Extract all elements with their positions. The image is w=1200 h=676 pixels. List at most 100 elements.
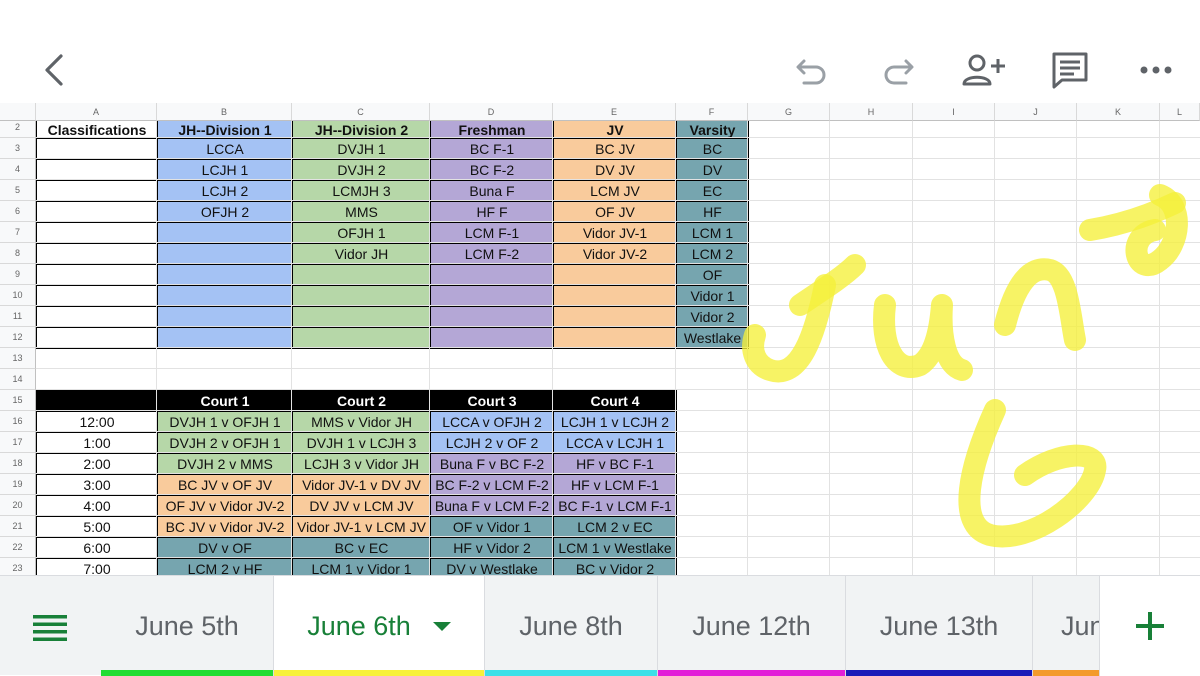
court-header-cell[interactable]: Court 4 xyxy=(553,390,677,412)
classification-cell[interactable] xyxy=(36,180,158,202)
row-header[interactable]: 6 xyxy=(0,201,36,222)
sheet-tab[interactable]: June 8th xyxy=(485,576,658,676)
division-team-cell[interactable]: HF xyxy=(676,201,749,223)
game-cell[interactable]: DVJH 2 v MMS xyxy=(157,453,293,475)
row-header[interactable]: 14 xyxy=(0,369,36,390)
court-header-cell[interactable]: Court 1 xyxy=(157,390,293,412)
sheet-tab[interactable]: June 5th xyxy=(101,576,274,676)
game-cell[interactable]: HF v Vidor 2 xyxy=(430,537,554,559)
row-header[interactable]: 19 xyxy=(0,474,36,495)
game-cell[interactable]: LCM 1 v Westlake xyxy=(553,537,677,559)
row-header[interactable]: 17 xyxy=(0,432,36,453)
division-team-cell[interactable] xyxy=(157,222,293,244)
column-header[interactable]: L xyxy=(1160,103,1200,121)
column-header[interactable]: D xyxy=(430,103,553,121)
row-header[interactable]: 5 xyxy=(0,180,36,201)
time-cell[interactable]: 3:00 xyxy=(36,474,158,496)
time-cell[interactable]: 6:00 xyxy=(36,537,158,559)
game-cell[interactable]: HF v BC F-1 xyxy=(553,453,677,475)
division-team-cell[interactable]: LCM 1 xyxy=(676,222,749,244)
game-cell[interactable]: DVJH 1 v OFJH 1 xyxy=(157,411,293,433)
classification-cell[interactable] xyxy=(36,201,158,223)
game-cell[interactable]: BC v Vidor 2 xyxy=(553,558,677,575)
division-team-cell[interactable] xyxy=(292,327,431,349)
division-team-cell[interactable]: LCJH 2 xyxy=(157,180,293,202)
column-header[interactable]: E xyxy=(553,103,676,121)
time-cell[interactable]: 5:00 xyxy=(36,516,158,538)
division-team-cell[interactable]: OFJH 2 xyxy=(157,201,293,223)
spreadsheet-grid[interactable]: BC v Vidor 2 DV v Westlake LCM 1 v Vidor 1… xyxy=(0,103,1200,575)
game-cell[interactable]: Buna F v BC F-2 xyxy=(430,453,554,475)
game-cell[interactable]: LCCA v LCJH 1 xyxy=(553,432,677,454)
division-team-cell[interactable]: OFJH 1 xyxy=(292,222,431,244)
column-header[interactable]: H xyxy=(830,103,913,121)
game-cell[interactable]: LCM 2 v EC xyxy=(553,516,677,538)
division-team-cell[interactable]: LCM 2 xyxy=(676,243,749,265)
division-team-cell[interactable] xyxy=(157,285,293,307)
time-cell[interactable]: 7:00 xyxy=(36,558,158,575)
row-header[interactable]: 16 xyxy=(0,411,36,432)
sheet-tab[interactable]: June 13th xyxy=(846,576,1033,676)
division-team-cell[interactable] xyxy=(430,285,554,307)
division-team-cell[interactable]: LCM F-1 xyxy=(430,222,554,244)
division-team-cell[interactable] xyxy=(157,327,293,349)
time-cell[interactable]: 1:00 xyxy=(36,432,158,454)
row-header[interactable]: 12 xyxy=(0,327,36,348)
game-cell[interactable]: BC F-2 v LCM F-2 xyxy=(430,474,554,496)
division-team-cell[interactable]: LCMJH 3 xyxy=(292,180,431,202)
game-cell[interactable]: LCJH 3 v Vidor JH xyxy=(292,453,431,475)
schedule-header-cell[interactable] xyxy=(36,390,158,412)
classification-cell[interactable] xyxy=(36,264,158,286)
game-cell[interactable]: LCM 1 v Vidor 1 xyxy=(292,558,431,575)
row-header[interactable]: 7 xyxy=(0,222,36,243)
select-all-corner[interactable] xyxy=(0,103,36,121)
game-cell[interactable]: LCJH 2 v OF 2 xyxy=(430,432,554,454)
game-cell[interactable]: BC v EC xyxy=(292,537,431,559)
time-cell[interactable]: 4:00 xyxy=(36,495,158,517)
game-cell[interactable]: Buna F v LCM F-2 xyxy=(430,495,554,517)
sheet-tab[interactable]: June 12th xyxy=(658,576,846,676)
division-team-cell[interactable]: OF xyxy=(676,264,749,286)
division-team-cell[interactable] xyxy=(430,327,554,349)
division-team-cell[interactable]: LCCA xyxy=(157,138,293,160)
game-cell[interactable]: BC JV v Vidor JV-2 xyxy=(157,516,293,538)
game-cell[interactable]: BC F-1 v LCM F-1 xyxy=(553,495,677,517)
game-cell[interactable]: HF v LCM F-1 xyxy=(553,474,677,496)
undo-icon[interactable] xyxy=(790,48,834,92)
game-cell[interactable]: OF JV v Vidor JV-2 xyxy=(157,495,293,517)
division-team-cell[interactable]: DVJH 2 xyxy=(292,159,431,181)
game-cell[interactable]: Vidor JV-1 v DV JV xyxy=(292,474,431,496)
division-team-cell[interactable]: DV JV xyxy=(553,159,677,181)
division-team-cell[interactable]: LCJH 1 xyxy=(157,159,293,181)
row-header[interactable]: 18 xyxy=(0,453,36,474)
division-team-cell[interactable] xyxy=(553,264,677,286)
classification-cell[interactable] xyxy=(36,285,158,307)
division-team-cell[interactable] xyxy=(553,306,677,328)
column-header[interactable]: G xyxy=(748,103,830,121)
division-team-cell[interactable]: Vidor JV-2 xyxy=(553,243,677,265)
row-header[interactable]: 20 xyxy=(0,495,36,516)
classification-cell[interactable] xyxy=(36,222,158,244)
division-team-cell[interactable] xyxy=(292,264,431,286)
row-header[interactable]: 13 xyxy=(0,348,36,369)
division-team-cell[interactable]: Vidor 2 xyxy=(676,306,749,328)
row-header[interactable]: 3 xyxy=(0,138,36,159)
time-cell[interactable]: 12:00 xyxy=(36,411,158,433)
time-cell[interactable]: 2:00 xyxy=(36,453,158,475)
add-sheet-icon[interactable] xyxy=(1100,576,1200,676)
game-cell[interactable]: LCCA v OFJH 2 xyxy=(430,411,554,433)
classification-cell[interactable] xyxy=(36,306,158,328)
division-team-cell[interactable]: Buna F xyxy=(430,180,554,202)
division-team-cell[interactable]: BC xyxy=(676,138,749,160)
row-header[interactable]: 15 xyxy=(0,390,36,411)
division-team-cell[interactable]: EC xyxy=(676,180,749,202)
division-team-cell[interactable]: Vidor 1 xyxy=(676,285,749,307)
row-header[interactable]: 4 xyxy=(0,159,36,180)
column-header[interactable]: C xyxy=(292,103,430,121)
classification-cell[interactable] xyxy=(36,159,158,181)
game-cell[interactable]: DVJH 2 v OFJH 1 xyxy=(157,432,293,454)
column-header[interactable]: A xyxy=(36,103,157,121)
division-team-cell[interactable]: LCM JV xyxy=(553,180,677,202)
column-header[interactable]: K xyxy=(1077,103,1160,121)
row-header[interactable]: 21 xyxy=(0,516,36,537)
